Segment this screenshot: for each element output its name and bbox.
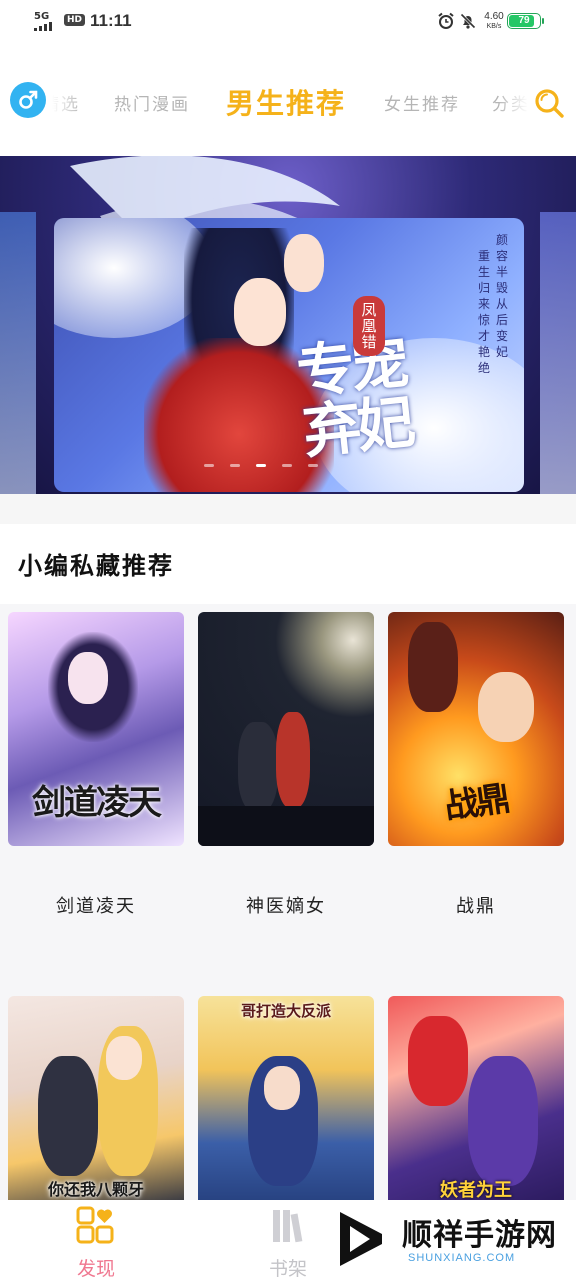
tab-girls-recommend[interactable]: 女生推荐 (384, 90, 460, 115)
banner-carousel[interactable]: 专宠弃妃 凤凰错 颜容半毁从后变妃 重生归来惊才艳绝 (0, 156, 576, 494)
battery-icon: 79 (507, 13, 544, 29)
comic-cover[interactable]: 哥打造大反派 (198, 996, 374, 1206)
comic-cover[interactable]: 你还我八颗牙 (8, 996, 184, 1206)
comic-card[interactable]: 你还我八颗牙 (8, 996, 184, 1206)
tabs-fade-left (52, 70, 82, 134)
category-tabs: 精选 热门漫画 男生推荐 女生推荐 分类 (52, 70, 528, 134)
discover-icon (76, 1206, 114, 1244)
speed-value: 4.60 (484, 11, 504, 22)
bookshelf-icon (273, 1210, 303, 1243)
watermark-text: 顺祥手游网 (402, 1218, 557, 1253)
carousel-indicator (204, 464, 318, 467)
comic-cover[interactable]: 剑道凌天 (8, 612, 184, 846)
banner-tagline-2: 重生归来惊才艳绝 (478, 249, 491, 375)
comic-card[interactable]: 妖者为王 (388, 996, 564, 1206)
status-bar: 5G HD 11:11 4.60 KB/s 79 (0, 0, 576, 44)
carousel-dot (282, 464, 292, 467)
tabs-fade-right (498, 70, 528, 134)
signal-strength-icon (34, 22, 52, 31)
comic-title: 剑道凌天 (56, 896, 136, 917)
cover-title: 哥打造大反派 (240, 1002, 331, 1020)
cover-title: 战鼎 (442, 778, 511, 828)
site-watermark: 顺祥手游网 SHUNXIANG.COM (330, 1200, 576, 1280)
watermark-url: SHUNXIANG.COM (408, 1252, 516, 1264)
carousel-dot (308, 464, 318, 467)
search-icon[interactable] (532, 86, 566, 120)
cover-title: 妖者为王 (440, 1180, 512, 1201)
tab-boys-recommend[interactable]: 男生推荐 (226, 82, 346, 122)
comic-grid: 剑道凌天 剑道凌天 神医嫡女 战鼎 战鼎 你还我八颗牙 哥打造大反派 妖者为王 (0, 604, 576, 1206)
hd-badge: HD (64, 14, 86, 26)
play-logo-icon (340, 1212, 382, 1266)
comic-title: 战鼎 (456, 896, 496, 917)
section-divider (0, 494, 576, 524)
character-face (284, 234, 324, 292)
tab-hot-comics[interactable]: 热门漫画 (114, 90, 190, 115)
comic-cover[interactable]: 战鼎 (388, 612, 564, 846)
battery-percent: 79 (518, 15, 530, 26)
nav-discover[interactable]: 发现 (56, 1206, 136, 1281)
comic-card[interactable]: 剑道凌天 剑道凌天 (8, 612, 184, 932)
banner-prev-peek[interactable] (0, 212, 36, 494)
network-type: 5G (34, 11, 50, 22)
gender-switch-button[interactable] (10, 82, 46, 118)
cover-title: 剑道凌天 (32, 783, 162, 823)
bell-off-icon (460, 13, 476, 29)
comic-card[interactable]: 神医嫡女 (198, 612, 374, 932)
comic-cover[interactable] (198, 612, 374, 846)
banner-next-peek[interactable] (540, 212, 576, 494)
carousel-dot (230, 464, 240, 467)
character-face (234, 278, 286, 346)
network-speed: 4.60 KB/s (480, 11, 508, 31)
comic-card[interactable]: 哥打造大反派 (198, 996, 374, 1206)
speed-unit: KB/s (486, 23, 502, 30)
top-navigation: 精选 热门漫画 男生推荐 女生推荐 分类 (0, 70, 576, 134)
banner-slide[interactable] (54, 218, 524, 492)
carousel-dot-active (256, 464, 266, 467)
comic-cover[interactable]: 妖者为王 (388, 996, 564, 1206)
alarm-clock-icon (438, 12, 454, 29)
status-time: 11:11 (90, 11, 132, 30)
carousel-dot (204, 464, 214, 467)
nav-bookshelf[interactable]: 书架 (248, 1206, 328, 1281)
comic-card[interactable]: 战鼎 战鼎 (388, 612, 564, 932)
cover-title: 你还我八颗牙 (47, 1180, 144, 1199)
section-title: 小编私藏推荐 (18, 551, 174, 580)
nav-bookshelf-label: 书架 (268, 1258, 307, 1280)
comic-title: 神医嫡女 (246, 896, 326, 917)
banner-tagline-1: 颜容半毁从后变妃 (496, 233, 509, 359)
male-symbol-icon (19, 90, 38, 109)
banner-subtitle: 凤凰错 (353, 296, 385, 356)
nav-discover-label: 发现 (76, 1258, 115, 1280)
